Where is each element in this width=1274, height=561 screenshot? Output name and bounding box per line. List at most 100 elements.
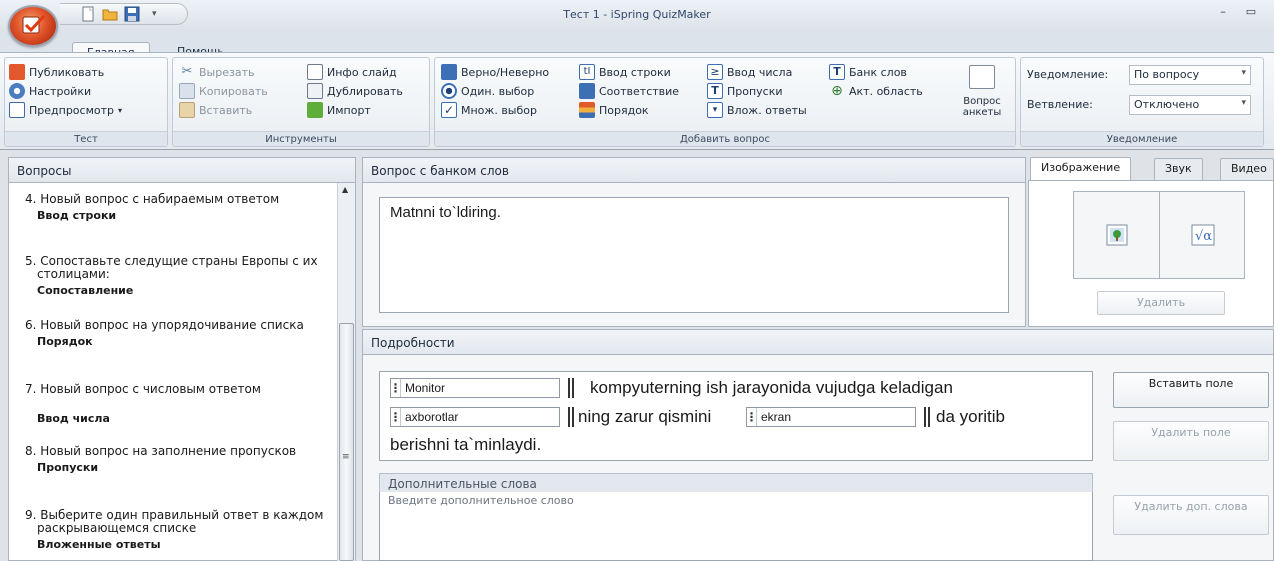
fill-blanks-button[interactable]: T Пропуски — [707, 82, 783, 100]
preview-button[interactable]: Предпросмотр ▾ — [9, 101, 122, 119]
survey-icon — [969, 65, 995, 89]
group-label-add-question: Добавить вопрос — [435, 131, 1015, 146]
sentence-text: kompyuterning ish jarayonida vujudga kel… — [590, 378, 953, 397]
list-item[interactable]: 4. Новый вопрос с набираемым ответом Вво… — [25, 193, 335, 223]
numeric-icon: ≥ — [707, 64, 723, 80]
list-item[interactable]: 9. Выберите один правильный ответ в кажд… — [25, 509, 335, 552]
sequence-icon — [579, 102, 595, 118]
duplicate-button[interactable]: Дублировать — [307, 82, 403, 100]
tab-audio[interactable]: Звук — [1154, 158, 1203, 180]
ribbon-group-tools: ✂ Вырезать Копировать Вставить Инфо слай… — [172, 57, 430, 147]
radio-icon — [441, 83, 457, 99]
questions-panel-header: Вопросы — [8, 157, 356, 183]
formula-icon: √α — [1191, 224, 1215, 246]
questions-scrollbar[interactable]: ▲ ≡ — [337, 183, 355, 561]
word-field[interactable]: ⋮ axborotlar — [390, 407, 560, 427]
branching-select[interactable]: Отключено ▾ — [1129, 95, 1251, 115]
scrollbar-thumb[interactable]: ≡ — [339, 323, 354, 561]
import-button[interactable]: Импорт — [307, 101, 371, 119]
details-panel: ⋮ Monitor kompyuterning ish jarayonida v… — [362, 355, 1274, 561]
media-panel: √α Удалить — [1028, 180, 1274, 327]
scissors-icon: ✂ — [181, 64, 193, 79]
word-field[interactable]: ⋮ Monitor — [390, 378, 560, 398]
delete-media-button[interactable]: Удалить — [1097, 291, 1225, 315]
window-title: Тест 1 - iSpring QuizMaker — [563, 8, 711, 21]
feedback-select[interactable]: По вопросу ▾ — [1129, 65, 1251, 85]
list-item[interactable]: 5. Сопоставьте следущие страны Европы с … — [25, 255, 335, 298]
settings-button[interactable]: Настройки — [9, 82, 91, 100]
field-end-marker — [924, 407, 930, 427]
question-panel: Matnni to`ldiring. — [362, 183, 1026, 327]
publish-button[interactable]: Публиковать — [9, 63, 104, 81]
extra-words-input[interactable]: Введите дополнительное слово — [379, 492, 1093, 561]
question-text-input[interactable]: Matnni to`ldiring. — [379, 197, 1009, 313]
app-menu-button[interactable] — [8, 5, 58, 47]
list-item[interactable]: 8. Новый вопрос на заполнение пропусков … — [25, 445, 335, 475]
survey-question-button[interactable]: Вопрос анкеты — [955, 62, 1009, 118]
group-label-notification: Уведомление — [1021, 131, 1263, 146]
single-choice-button[interactable]: Один. выбор — [441, 82, 534, 100]
field-end-marker — [568, 378, 574, 398]
picture-icon — [1106, 224, 1127, 246]
drag-handle-icon[interactable]: ⋮ — [390, 379, 402, 397]
scroll-up-icon[interactable]: ▲ — [342, 185, 348, 194]
insert-image-button[interactable] — [1074, 192, 1160, 278]
chevron-down-icon: ▾ — [1241, 68, 1246, 78]
minimize-button[interactable]: – — [1212, 5, 1234, 21]
insert-field-button[interactable]: Вставить поле — [1113, 372, 1269, 408]
matching-button[interactable]: Соответствие — [579, 82, 679, 100]
sentence-text: da yoritib — [936, 407, 1005, 426]
paste-icon — [179, 102, 195, 118]
details-panel-header: Подробности — [362, 329, 1274, 355]
ribbon-group-test: Публиковать Настройки Предпросмотр ▾ Тес… — [4, 57, 168, 147]
cut-button[interactable]: ✂ Вырезать — [179, 63, 255, 81]
import-icon — [307, 102, 323, 118]
tab-video[interactable]: Видео — [1220, 158, 1274, 180]
slide-icon — [307, 64, 323, 80]
duplicate-icon — [307, 83, 323, 99]
dropdown-icon: ▾ — [707, 102, 723, 118]
true-false-icon — [441, 64, 457, 80]
fill-blanks-icon: T — [707, 83, 723, 99]
question-panel-header: Вопрос с банком слов — [362, 157, 1026, 183]
multiple-choice-button[interactable]: ✓ Множ. выбор — [441, 101, 537, 119]
numeric-button[interactable]: ≥ Ввод числа — [707, 63, 792, 81]
hotspot-button[interactable]: ⊕ Акт. область — [829, 82, 923, 100]
feedback-label: Уведомление: — [1027, 68, 1109, 81]
paste-button[interactable]: Вставить — [179, 101, 252, 119]
insert-formula-button[interactable]: √α — [1160, 192, 1246, 278]
drag-handle-icon[interactable]: ⋮ — [390, 408, 402, 426]
extra-words-header: Дополнительные слова — [379, 473, 1093, 493]
publish-icon — [9, 64, 25, 80]
tab-image[interactable]: Изображение — [1030, 157, 1132, 181]
ribbon: Публиковать Настройки Предпросмотр ▾ Тес… — [0, 52, 1274, 150]
nested-button[interactable]: ▾ Влож. ответы — [707, 101, 807, 119]
checkbox-icon: ✓ — [441, 102, 457, 118]
preview-icon — [9, 102, 25, 118]
grip-icon: ≡ — [342, 452, 350, 462]
word-field[interactable]: ⋮ ekran — [746, 407, 916, 427]
field-end-marker — [568, 407, 574, 427]
delete-field-button[interactable]: Удалить поле — [1113, 421, 1269, 461]
maximize-button[interactable]: ▭ — [1240, 5, 1262, 21]
word-bank-editor[interactable]: ⋮ Monitor kompyuterning ish jarayonida v… — [379, 371, 1093, 461]
true-false-button[interactable]: Верно/Неверно — [441, 63, 549, 81]
sentence-text: berishni ta`minlaydi. — [390, 435, 542, 454]
delete-extra-words-button[interactable]: Удалить доп. слова — [1113, 495, 1269, 535]
drag-handle-icon[interactable]: ⋮ — [746, 408, 758, 426]
copy-button[interactable]: Копировать — [179, 82, 268, 100]
list-item[interactable]: 7. Новый вопрос с числовым ответом Ввод … — [25, 383, 335, 426]
sequence-button[interactable]: Порядок — [579, 101, 649, 119]
info-slide-button[interactable]: Инфо слайд — [307, 63, 397, 81]
branching-label: Ветвление: — [1027, 98, 1093, 111]
ribbon-group-notification: Уведомление: По вопросу ▾ Ветвление: Отк… — [1020, 57, 1264, 147]
word-bank-icon: T — [829, 64, 845, 80]
check-logo-icon — [22, 15, 46, 34]
gear-icon — [9, 83, 25, 99]
title-bar: ▾ Тест 1 - iSpring QuizMaker – ▭ — [0, 0, 1274, 30]
list-item[interactable]: 6. Новый вопрос на упорядочивание списка… — [25, 319, 335, 349]
chevron-down-icon: ▾ — [1241, 98, 1246, 108]
copy-icon — [179, 83, 195, 99]
type-in-button[interactable]: tI Ввод строки — [579, 63, 671, 81]
word-bank-button[interactable]: T Банк слов — [829, 63, 907, 81]
